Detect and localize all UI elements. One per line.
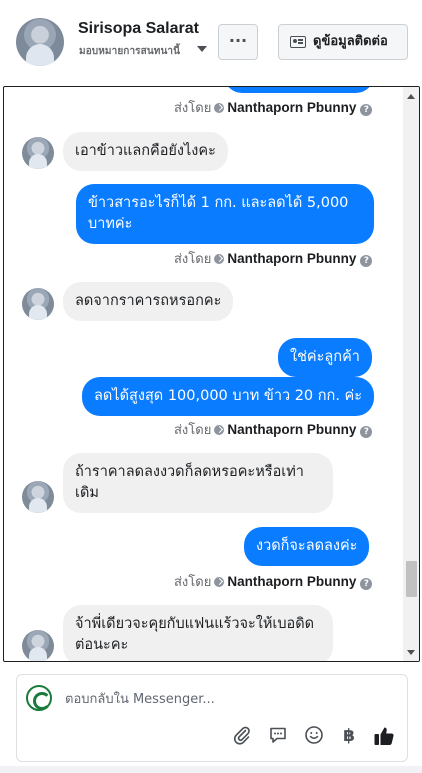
baht-payment-icon[interactable]: ฿ [338,725,360,747]
message-bubble-outgoing[interactable]: งวดก็จะลดลงค่ะ [244,527,370,566]
contact-avatar-small [22,137,54,169]
contact-avatar-small [22,288,54,320]
contact-name[interactable]: Sirisopa Salarat [78,20,199,38]
sent-by-line: ส่งโดย Nanthaporn Pbunny? [174,419,373,440]
assign-conversation-label[interactable]: มอบหมายการสนทนานี้ [79,44,180,59]
view-contact-button[interactable]: ดูข้อมูลติดต่อ [278,24,408,60]
message-bubble-outgoing-partial [224,87,374,93]
sent-by-line: ส่งโดย Nanthaporn Pbunny? [174,571,373,592]
message-bubble-outgoing[interactable]: ลดได้สูงสุด 100,000 บาท ข้าว 20 กก. ค่ะ [82,377,375,416]
conversation-header: Sirisopa Salarat มอบหมายการสนทนานี้ ··· … [0,0,422,86]
message-bubble-incoming[interactable]: ถ้าราคาลดลงงวดก็ลดหรอคะหรือเท่าเดิม [63,453,333,513]
contact-avatar-small [22,630,54,661]
sender-name: Nanthaporn Pbunny [227,100,357,115]
chevron-down-icon[interactable] [197,46,207,52]
message-bubble-incoming[interactable]: เอาข้าวแลกคือยังไงคะ [63,132,228,171]
contact-card-icon [290,36,306,48]
message-bubble-outgoing[interactable]: ข้าวสารอะไรก็ได้ 1 กก. และลดได้ 5,000 บา… [76,184,374,244]
message-bubble-incoming[interactable]: ลดจากราคารถหรอกคะ [63,282,234,321]
messenger-inbox-window: Sirisopa Salarat มอบหมายการสนทนานี้ ··· … [0,0,422,773]
sent-by-label: ส่งโดย [174,423,212,438]
verified-check-icon [214,103,225,113]
sent-by-label: ส่งโดย [174,575,212,590]
verified-check-icon [214,577,225,587]
help-icon[interactable]: ? [360,104,373,116]
help-icon[interactable]: ? [360,255,373,267]
sender-name: Nanthaporn Pbunny [227,574,357,589]
message-bubble-incoming[interactable]: จ้าพี่เดียวจะคุยกับแฟนแร้วจะให้เบอดิดต่อ… [63,605,333,661]
contact-avatar[interactable] [16,18,64,66]
scroll-up-arrow-icon[interactable] [407,94,415,99]
sent-by-line: ส่งโดย Nanthaporn Pbunny? [174,97,373,118]
thumbs-up-icon[interactable] [373,725,395,747]
verified-check-icon [214,425,225,435]
sent-by-line: ส่งโดย Nanthaporn Pbunny? [174,248,373,269]
sent-by-label: ส่งโดย [174,101,212,116]
verified-check-icon [214,254,225,264]
help-icon[interactable]: ? [360,426,373,438]
bottom-divider [0,766,422,773]
sent-by-label: ส่งโดย [174,252,212,267]
page-avatar [26,685,52,711]
scroll-down-arrow-icon[interactable] [407,650,415,655]
message-bubble-outgoing[interactable]: ใช่ค่ะลูกค้า [278,338,372,377]
reply-input[interactable] [65,689,385,709]
scrollbar-thumb[interactable] [406,561,417,597]
sender-name: Nanthaporn Pbunny [227,251,357,266]
more-options-button[interactable]: ··· [218,24,258,60]
paperclip-icon[interactable] [231,725,253,747]
sender-name: Nanthaporn Pbunny [227,422,357,437]
thread-scrollbar[interactable] [403,87,419,661]
contact-avatar-small [22,481,54,513]
message-thread[interactable]: ส่งโดย Nanthaporn Pbunny? เอาข้าวแลกคือยั… [3,86,420,662]
view-contact-label: ดูข้อมูลติดต่อ [313,34,388,49]
saved-reply-icon[interactable] [267,725,289,747]
emoji-icon[interactable] [303,725,325,747]
help-icon[interactable]: ? [360,578,373,590]
reply-composer: ฿ [16,674,408,762]
